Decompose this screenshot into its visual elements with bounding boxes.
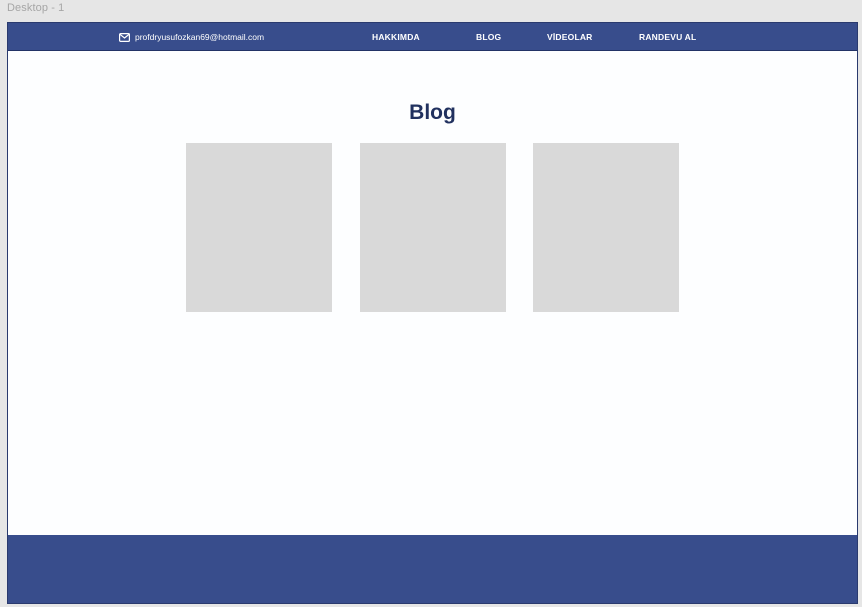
nav-link-blog[interactable]: BLOG bbox=[476, 32, 501, 42]
frame-label: Desktop - 1 bbox=[7, 2, 65, 14]
page-title: Blog bbox=[409, 101, 456, 124]
nav-link-hakkimda[interactable]: HAKKIMDA bbox=[372, 32, 420, 42]
email-link[interactable]: profdryusufozkan69@hotmail.com bbox=[119, 31, 264, 43]
blog-card[interactable] bbox=[360, 143, 506, 312]
nav-link-videolar[interactable]: VİDEOLAR bbox=[547, 32, 593, 42]
email-text: profdryusufozkan69@hotmail.com bbox=[135, 32, 265, 42]
top-navbar: profdryusufozkan69@hotmail.com HAKKIMDA … bbox=[8, 23, 857, 51]
footer bbox=[8, 535, 857, 603]
nav-link-randevu-al[interactable]: RANDEVU AL bbox=[639, 32, 696, 42]
blog-card[interactable] bbox=[533, 143, 679, 312]
blog-card[interactable] bbox=[186, 143, 332, 312]
desktop-frame: profdryusufozkan69@hotmail.com HAKKIMDA … bbox=[7, 22, 858, 604]
mail-icon bbox=[119, 32, 131, 42]
